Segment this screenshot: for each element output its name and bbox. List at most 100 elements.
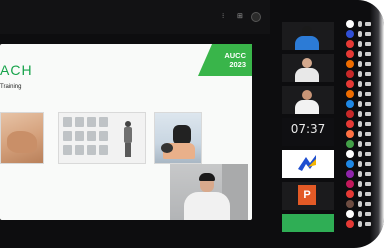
meeting-clock: 07:37	[290, 122, 326, 136]
attendee-row[interactable]	[346, 120, 372, 129]
camera-icon	[365, 32, 371, 36]
attendee-avatar	[346, 200, 354, 208]
pose-thumbnail	[99, 117, 108, 127]
camera-icon	[365, 142, 371, 146]
attendee-avatar	[346, 50, 354, 58]
logo-icon	[298, 155, 316, 171]
pose-thumbnail	[99, 131, 108, 141]
attendee-avatar	[346, 130, 354, 138]
camera-icon	[365, 42, 371, 46]
attendee-row[interactable]	[346, 40, 372, 49]
attendee-row[interactable]	[346, 90, 372, 99]
participant-tile[interactable]	[282, 54, 334, 82]
pose-thumbnail	[87, 117, 96, 127]
presenter-video[interactable]	[170, 164, 248, 220]
microphone-icon	[358, 151, 362, 157]
microphone-icon	[358, 161, 362, 167]
camera-icon	[365, 162, 371, 166]
camera-icon	[365, 212, 371, 216]
pose-thumbnail	[63, 145, 72, 155]
badge-line-1: AUCC	[224, 51, 246, 60]
participant-video-column: 07:37 P	[282, 22, 338, 232]
camera-icon	[365, 92, 371, 96]
slide-subtitle: Training	[0, 84, 22, 90]
microphone-icon	[358, 101, 362, 107]
microphone-icon	[358, 61, 362, 67]
participant-tile-logo[interactable]	[282, 150, 334, 178]
pose-thumbnail	[87, 131, 96, 141]
attendee-row[interactable]	[346, 100, 372, 109]
attendee-avatar	[346, 20, 354, 28]
attendee-row[interactable]	[346, 140, 372, 149]
attendee-avatar	[346, 40, 354, 48]
attendee-row[interactable]	[346, 50, 372, 59]
attendee-avatar	[346, 150, 354, 158]
microphone-icon	[358, 111, 362, 117]
attendee-row[interactable]	[346, 130, 372, 139]
camera-icon	[365, 52, 371, 56]
microphone-icon	[358, 121, 362, 127]
pose-thumbnail	[87, 145, 96, 155]
attendee-avatar	[346, 70, 354, 78]
microphone-icon	[358, 221, 362, 227]
camera-icon	[365, 132, 371, 136]
camera-icon	[365, 22, 371, 26]
attendee-row[interactable]	[346, 80, 372, 89]
window-control-button[interactable]	[251, 12, 261, 22]
microphone-icon	[358, 211, 362, 217]
pose-thumbnail	[75, 145, 84, 155]
participant-tile-app[interactable]: P	[282, 182, 334, 210]
pose-thumbnail	[75, 117, 84, 127]
camera-icon	[365, 172, 371, 176]
attendee-row[interactable]	[346, 220, 372, 229]
attendee-row[interactable]	[346, 170, 372, 179]
microphone-icon	[358, 141, 362, 147]
participant-tile[interactable]	[282, 214, 334, 232]
attendee-row[interactable]	[346, 160, 372, 169]
participant-tile[interactable]	[282, 86, 334, 114]
microphone-icon	[358, 181, 362, 187]
camera-icon	[365, 122, 371, 126]
attendee-row[interactable]	[346, 110, 372, 119]
attendee-list	[346, 20, 372, 236]
screen-frame: ⁝ ⊞ ACH Training AUCC 2023 07:37 P	[0, 0, 384, 248]
attendee-avatar	[346, 30, 354, 38]
attendee-row[interactable]	[346, 150, 372, 159]
microphone-icon	[358, 191, 362, 197]
minimize-icon[interactable]: ⁝	[222, 13, 228, 20]
pose-thumbnail	[99, 145, 108, 155]
camera-icon	[365, 102, 371, 106]
microphone-icon	[358, 81, 362, 87]
attendee-row[interactable]	[346, 180, 372, 189]
attendee-row[interactable]	[346, 30, 372, 39]
attendee-row[interactable]	[346, 210, 372, 219]
pose-thumbnail	[75, 131, 84, 141]
attendee-row[interactable]	[346, 70, 372, 79]
participant-tile[interactable]	[282, 22, 334, 50]
camera-icon	[365, 72, 371, 76]
grid-view-icon[interactable]: ⊞	[237, 13, 243, 20]
microphone-icon	[358, 51, 362, 57]
attendee-avatar	[346, 100, 354, 108]
camera-icon	[365, 192, 371, 196]
microphone-icon	[358, 171, 362, 177]
conference-badge: AUCC 2023	[198, 44, 252, 76]
attendee-avatar	[346, 90, 354, 98]
slide-photo-pose-grid	[58, 112, 146, 164]
pose-thumbnail	[63, 131, 72, 141]
attendee-avatar	[346, 180, 354, 188]
attendee-avatar	[346, 210, 354, 218]
attendee-avatar	[346, 190, 354, 198]
attendee-avatar	[346, 140, 354, 148]
participant-tile-clock[interactable]: 07:37	[282, 118, 334, 146]
attendee-row[interactable]	[346, 60, 372, 69]
attendee-avatar	[346, 160, 354, 168]
microphone-icon	[358, 91, 362, 97]
microphone-icon	[358, 41, 362, 47]
attendee-row[interactable]	[346, 20, 372, 29]
camera-icon	[365, 112, 371, 116]
attendee-row[interactable]	[346, 190, 372, 199]
slide-title: ACH	[0, 62, 33, 78]
pose-thumbnail	[63, 117, 72, 127]
attendee-row[interactable]	[346, 200, 372, 209]
